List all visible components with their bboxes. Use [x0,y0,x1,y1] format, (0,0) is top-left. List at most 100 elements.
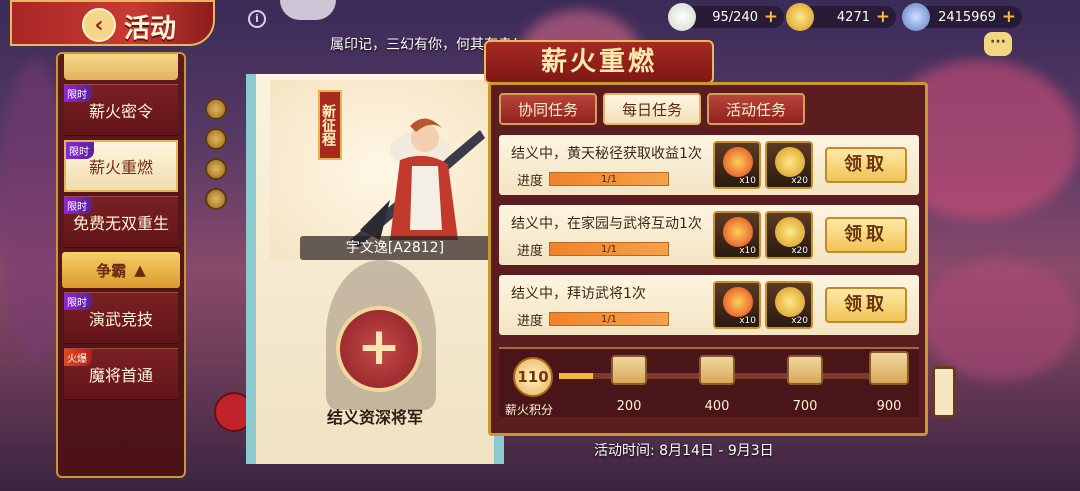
tab-daily[interactable]: 每日任务 [603,93,701,125]
resource-value: 95/240 [712,9,758,25]
back-arrow-icon: ‹ [82,8,116,42]
task-row: 结义中，黄天秘径获取收益1次 进度 1/1 x10 x20 领取 [499,135,919,195]
resource-value: 4271 [836,9,870,25]
hero-new-tag: 新征程 [318,90,342,160]
progress-bar: 1/1 [549,172,669,186]
event-time: 活动时间: 8月14日 - 9月3日 [594,443,774,459]
resource-coin: 2415969 + [902,3,1022,31]
chat-bubble-icon[interactable]: ··· [984,32,1012,56]
reward-count: x10 [739,316,756,326]
blossom-decoration [920,260,1080,380]
reward-item[interactable]: x10 [713,141,761,189]
score-badge: 110 [513,357,553,397]
caret-up-icon: ▲ [134,261,146,279]
sidebar-item-free-rebirth[interactable]: 限时 免费无双重生 [64,196,178,248]
add-coin-button[interactable]: + [1002,7,1016,27]
reward-item[interactable]: x20 [765,211,813,259]
reward-item[interactable]: x20 [765,141,813,189]
decor-pot [280,0,336,20]
reward-count: x20 [791,246,808,256]
limited-tag: 限时 [64,197,92,214]
page-title: 活动 [124,14,177,44]
big-chest-icon[interactable] [869,351,909,385]
flame-bowl-icon [723,287,753,317]
hero-card[interactable]: 新征程 宇文逸[A2812] [270,80,490,260]
sidebar-group-zhengba[interactable]: 争霸 ▲ [62,252,180,288]
gold-ingot-icon [775,287,805,317]
claim-button[interactable]: 领取 [825,287,907,323]
reward-count: x20 [791,316,808,326]
reward-item[interactable]: x10 [713,211,761,259]
flame-bowl-icon [723,147,753,177]
progress-label: 进度 [517,174,544,189]
resource-ingot: 4271 + [786,3,896,31]
sidebar-item-label: 免费无双重生 [72,214,169,233]
panel-title: 薪火重燃 [484,40,714,84]
tab-cooperative[interactable]: 协同任务 [499,93,597,125]
hero-portrait [350,118,485,248]
sidebar-item-label: 魔将首通 [88,366,153,385]
reward-item[interactable]: x10 [713,281,761,329]
sidebar-item-mojiang[interactable]: 火爆 魔将首通 [64,348,178,400]
reward-count: x20 [791,176,808,186]
task-row: 结义中，拜访武将1次 进度 1/1 x10 x20 领取 [499,275,919,335]
limited-tag: 限时 [64,293,92,310]
sidebar-item-xinhuo-miling[interactable]: 限时 薪火密令 [64,84,178,136]
gold-ingot-icon [775,217,805,247]
chest-icon[interactable] [611,355,647,385]
reward-count: x10 [739,246,756,256]
task-tabs: 协同任务 每日任务 活动任务 [499,93,805,125]
task-title: 结义中，在家园与武将互动1次 [511,216,702,232]
task-title: 结义中，黄天秘径获取收益1次 [511,146,702,162]
back-button[interactable]: ‹ 活动 [10,0,215,46]
sidebar-group-label: 争霸 [96,261,127,280]
plus-icon[interactable]: + [336,306,422,392]
milestone-value: 400 [704,399,730,414]
progress-text: 1/1 [600,314,618,325]
limited-tag: 限时 [64,85,92,102]
hot-tag: 火爆 [64,349,92,366]
progress-label: 进度 [517,244,544,259]
chest-icon[interactable] [699,355,735,385]
sidebar-item-label: 演武竞技 [88,310,153,329]
bun-icon [668,3,696,31]
tab-event[interactable]: 活动任务 [707,93,805,125]
task-title: 结义中，拜访武将1次 [511,286,646,302]
coin-string-decoration [205,90,229,390]
claim-button[interactable]: 领取 [825,217,907,253]
flame-bowl-icon [723,217,753,247]
task-panel: 协同任务 每日任务 活动任务 结义中，黄天秘径获取收益1次 进度 1/1 x10… [488,82,928,436]
lantern-decoration [932,366,956,418]
info-icon[interactable]: i [248,10,266,28]
score-fill [559,373,593,379]
milestone-value: 900 [876,399,902,414]
sidebar-item-yanwu[interactable]: 限时 演武竞技 [64,292,178,344]
score-label: 薪火积分 [505,403,554,417]
reward-item[interactable]: x20 [765,281,813,329]
chest-icon[interactable] [787,355,823,385]
add-stamina-button[interactable]: + [764,7,778,27]
progress-text: 1/1 [600,174,618,185]
claim-button[interactable]: 领取 [825,147,907,183]
milestone-value: 200 [616,399,642,414]
sidebar-item-label: 薪火重燃 [88,158,153,177]
recruit-label: 结义资深将军 [326,408,423,427]
sidebar-item-label: 薪火密令 [88,102,153,121]
milestone-value: 700 [792,399,818,414]
gold-ingot-icon [775,147,805,177]
sidebar-scroll-top[interactable] [64,54,178,80]
resource-stamina: 95/240 + [668,3,784,31]
hero-name: 宇文逸[A2812] [300,236,490,260]
reward-count: x10 [739,176,756,186]
progress-text: 1/1 [600,244,618,255]
activity-sidebar: 限时 薪火密令 限时 薪火重燃 限时 免费无双重生 争霸 ▲ 限时 演武竞技 火… [56,52,186,478]
score-progress: 110 薪火积分 200 400 700 900 [499,347,919,417]
sidebar-item-xinhuo-chongran[interactable]: 限时 薪火重燃 [64,140,178,192]
limited-tag: 限时 [66,142,94,159]
coin-icon [902,3,930,31]
gold-ingot-icon [786,3,814,31]
task-row: 结义中，在家园与武将互动1次 进度 1/1 x10 x20 领取 [499,205,919,265]
resource-value: 2415969 [938,9,996,25]
progress-label: 进度 [517,314,544,329]
add-ingot-button[interactable]: + [876,7,890,27]
